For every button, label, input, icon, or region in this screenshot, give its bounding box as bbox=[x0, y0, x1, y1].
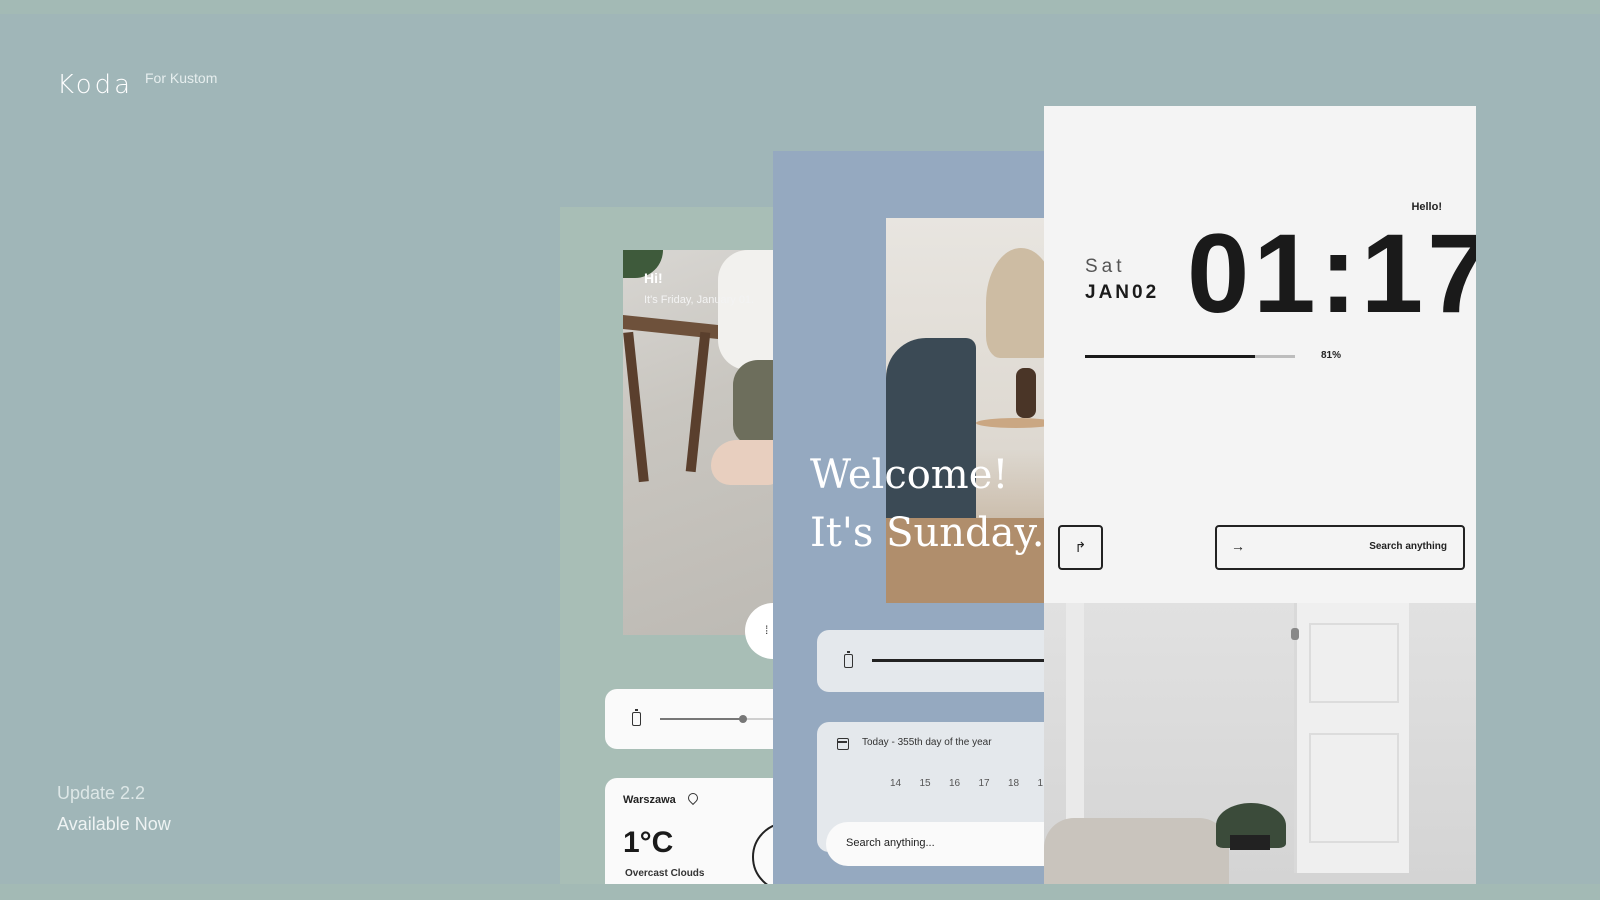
weather-ring bbox=[752, 822, 775, 884]
pot-shape bbox=[1230, 835, 1270, 850]
widget-card-blue: Welcome! It's Sunday. Today - 355th day … bbox=[773, 151, 1048, 884]
knob-shape bbox=[1291, 628, 1299, 640]
welcome-line-1: Welcome! bbox=[810, 452, 1009, 498]
search-input[interactable]: Search anything... bbox=[826, 822, 1066, 866]
update-note: Update 2.2 Available Now bbox=[57, 778, 171, 840]
calendar-day[interactable]: 16 bbox=[949, 778, 979, 789]
calendar-icon bbox=[837, 738, 849, 750]
stool-leg-shape bbox=[685, 331, 711, 473]
battery-slider-fill bbox=[660, 718, 744, 720]
battery-percent: 81% bbox=[1321, 350, 1342, 361]
day-of-week: Sat bbox=[1085, 256, 1126, 277]
date-line: It's Friday, January 01. bbox=[644, 294, 755, 306]
panel-shape bbox=[1309, 623, 1399, 703]
calendar-label: Today - 355th day of the year bbox=[862, 737, 992, 748]
door-shape bbox=[1291, 603, 1409, 873]
photo-bedroom bbox=[1044, 603, 1476, 884]
bed-shape bbox=[1044, 818, 1229, 884]
greeting: Hi! bbox=[644, 270, 663, 286]
battery-widget bbox=[605, 689, 775, 749]
battery-icon bbox=[844, 651, 853, 668]
stool-leg-shape bbox=[623, 331, 649, 483]
pants-shape bbox=[733, 360, 775, 445]
calendar-day[interactable]: 15 bbox=[920, 778, 950, 789]
search-placeholder: Search anything... bbox=[846, 837, 935, 849]
calendar-days: 14 15 16 17 18 1 bbox=[890, 778, 1048, 789]
search-label: Search anything bbox=[1369, 541, 1447, 552]
arrow-right-icon: → bbox=[1231, 538, 1245, 554]
battery-slider[interactable] bbox=[660, 715, 775, 723]
battery-progress bbox=[1085, 355, 1295, 358]
weather-city: Warszawa bbox=[623, 794, 676, 806]
welcome-text: Welcome! It's Sunday. bbox=[810, 446, 1045, 562]
share-icon: ↱ bbox=[1074, 539, 1087, 555]
share-button[interactable]: ↱ bbox=[1058, 525, 1103, 570]
photo-stool-scene: Hi! It's Friday, January 01. bbox=[623, 250, 775, 635]
battery-icon bbox=[632, 709, 641, 726]
shirt-shape bbox=[718, 250, 775, 370]
widget-card-white: Hello! Sat JAN02 01:17 81% ↱ → Search an… bbox=[1044, 106, 1476, 884]
location-pin-icon bbox=[685, 790, 701, 806]
foot-shape bbox=[711, 440, 775, 485]
update-version: Update 2.2 bbox=[57, 783, 146, 803]
weather-widget: Warszawa 1°C Overcast Clouds bbox=[605, 778, 775, 884]
welcome-line-2: It's Sunday. bbox=[810, 510, 1045, 556]
weather-condition: Overcast Clouds bbox=[625, 868, 705, 879]
brand-subtitle: For Kustom bbox=[145, 70, 218, 86]
vase-shape bbox=[1016, 368, 1036, 418]
bottom-strip bbox=[0, 884, 1600, 900]
availability-text: Available Now bbox=[57, 814, 171, 834]
battery-bar bbox=[872, 659, 1048, 662]
calendar-day[interactable]: 14 bbox=[890, 778, 920, 789]
panel-shape bbox=[1309, 733, 1399, 843]
battery-slider-knob[interactable] bbox=[739, 715, 748, 723]
search-button[interactable]: → Search anything bbox=[1215, 525, 1465, 570]
brand-name: Koda bbox=[57, 70, 134, 100]
pampas-shape bbox=[986, 248, 1048, 358]
battery-bar-widget bbox=[817, 630, 1048, 692]
table-top-shape bbox=[976, 418, 1048, 428]
weather-temperature: 1°C bbox=[623, 826, 674, 859]
top-strip bbox=[0, 0, 1600, 14]
date-label: JAN02 bbox=[1085, 282, 1160, 303]
brand: Koda For Kustom bbox=[57, 70, 217, 100]
clock-time: 01:17 bbox=[1187, 211, 1476, 336]
widget-card-green: Hi! It's Friday, January 01. ⁞ Warszawa … bbox=[560, 207, 775, 884]
calendar-day[interactable]: 17 bbox=[979, 778, 1009, 789]
grid-icon: ⁞ bbox=[765, 623, 769, 637]
calendar-day[interactable]: 18 bbox=[1008, 778, 1038, 789]
battery-progress-fill bbox=[1085, 355, 1256, 358]
